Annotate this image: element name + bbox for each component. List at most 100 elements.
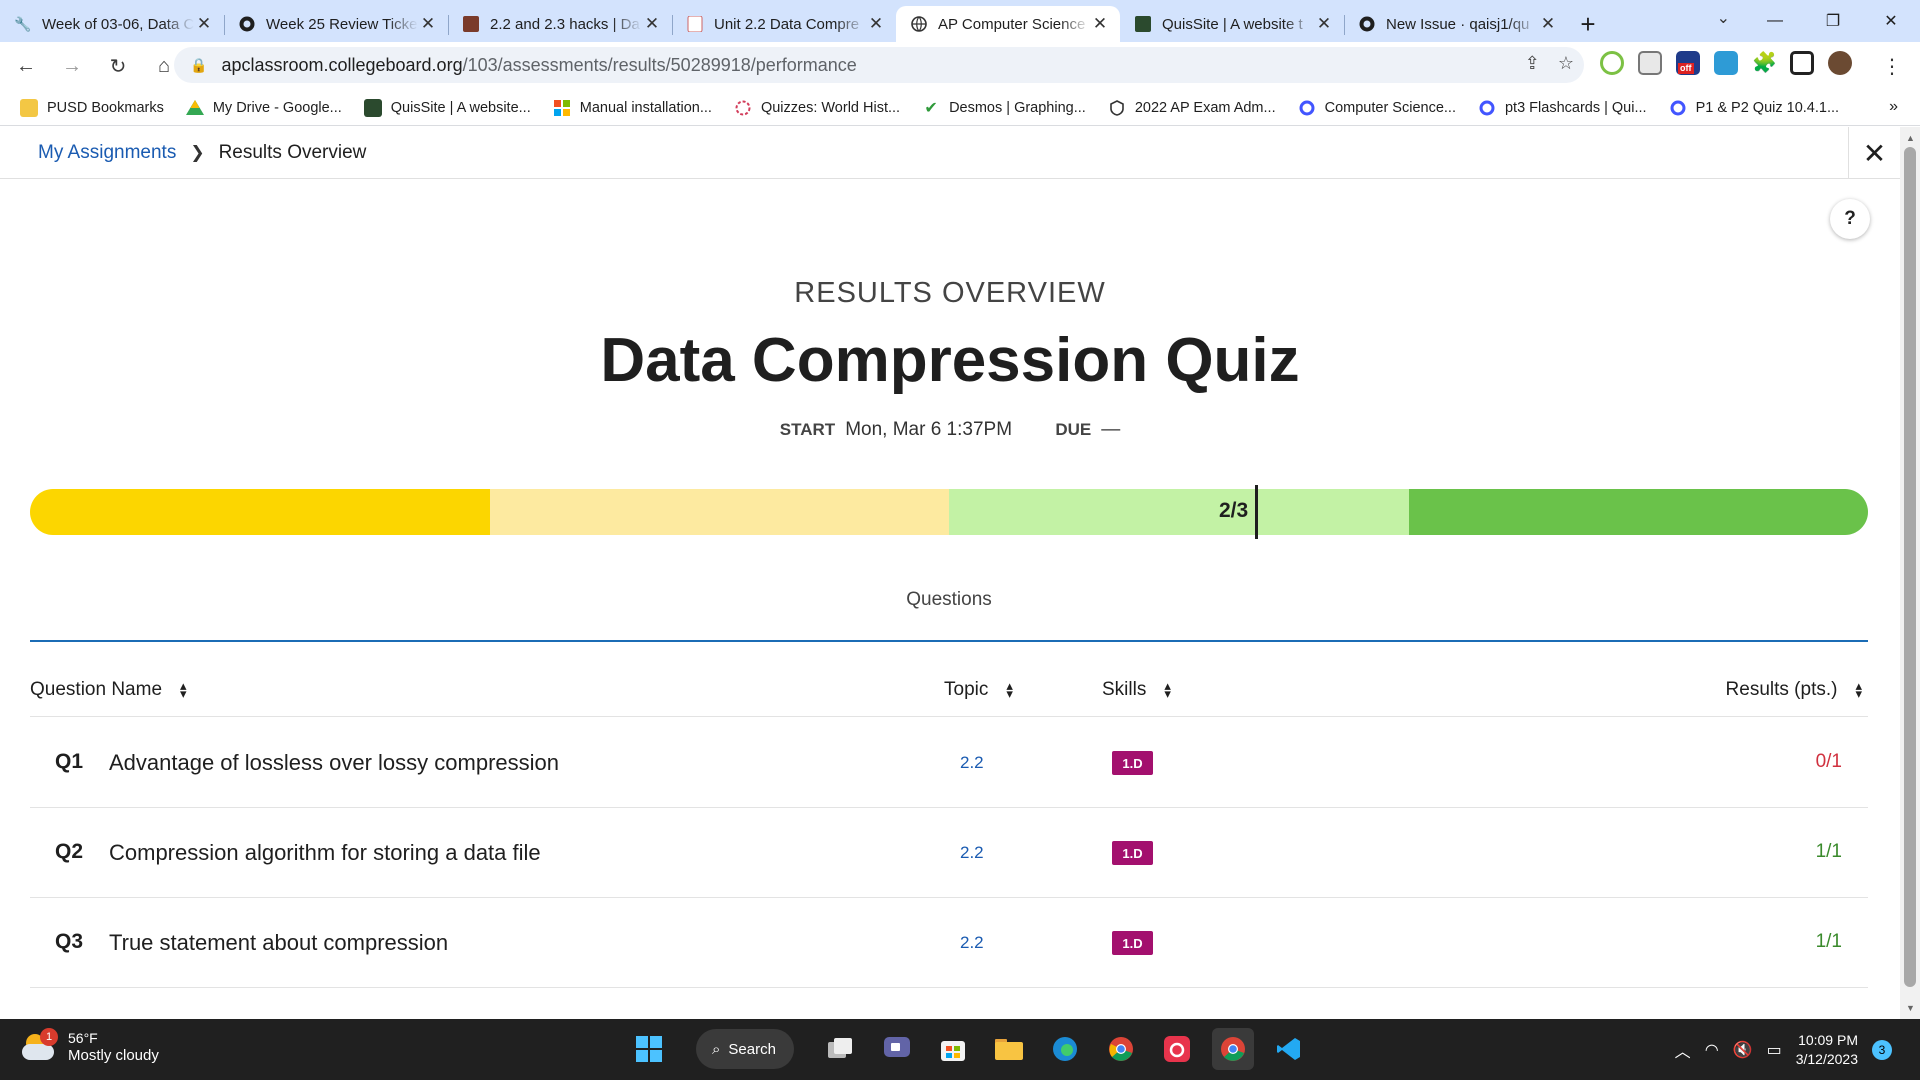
- close-tab-icon[interactable]: ✕: [1538, 14, 1558, 34]
- bookmark-item[interactable]: Manual installation...: [553, 99, 712, 117]
- bookmark-folder[interactable]: PUSD Bookmarks: [20, 98, 164, 117]
- question-number: Q3: [55, 930, 84, 953]
- close-tab-icon[interactable]: ✕: [1314, 14, 1334, 34]
- bookmark-label: Manual installation...: [579, 99, 712, 116]
- bookmark-item[interactable]: QuisSite | A website...: [363, 98, 531, 117]
- scroll-up-icon[interactable]: ▲: [1906, 133, 1915, 143]
- clock[interactable]: 10:09 PM 3/12/2023: [1796, 1031, 1858, 1069]
- close-window-icon[interactable]: ✕: [1862, 11, 1920, 31]
- puzzle-extensions-icon[interactable]: 🧩: [1752, 51, 1777, 75]
- table-row[interactable]: Q1 Advantage of lossless over lossy comp…: [30, 718, 1868, 808]
- browser-tab[interactable]: Unit 2.2 Data Compre ✕: [672, 6, 896, 42]
- column-header-results[interactable]: Results (pts.) ▴ ▾: [1726, 679, 1862, 701]
- close-icon[interactable]: ✕: [1848, 127, 1900, 179]
- scroll-down-icon[interactable]: ▼: [1906, 1003, 1915, 1013]
- quizlet-icon: [1298, 99, 1316, 117]
- browser-tab[interactable]: New Issue · qaisj1/qu ✕: [1344, 6, 1568, 42]
- microsoft-store-icon[interactable]: [932, 1028, 974, 1070]
- cloudy-weather-icon: 1: [22, 1028, 58, 1062]
- bookmark-label: P1 & P2 Quiz 10.4.1...: [1695, 99, 1840, 116]
- taskbar-search[interactable]: ⌕ Search: [696, 1029, 794, 1069]
- teams-chat-icon[interactable]: [876, 1028, 918, 1070]
- url-path: /103/assessments/results/50289918/perfor…: [462, 54, 857, 75]
- topic-link[interactable]: 2.2: [960, 933, 984, 953]
- creative-cloud-icon[interactable]: [1156, 1028, 1198, 1070]
- restore-icon[interactable]: ❐: [1804, 11, 1862, 31]
- extension-ring-icon[interactable]: [1600, 51, 1624, 75]
- table-row[interactable]: Q2 Compression algorithm for storing a d…: [30, 808, 1868, 898]
- bookmark-item[interactable]: 2022 AP Exam Adm...: [1108, 99, 1276, 117]
- page-scrollbar[interactable]: ▲ ▼: [1900, 127, 1920, 1019]
- browser-tab-strip: 🔧 Week of 03-06, Data C ✕ Week 25 Review…: [0, 0, 1920, 42]
- bookmark-item[interactable]: pt3 Flashcards | Qui...: [1478, 99, 1647, 117]
- scrollbar-thumb[interactable]: [1904, 147, 1916, 987]
- side-panel-icon[interactable]: [1790, 51, 1814, 75]
- breadcrumb-link-my-assignments[interactable]: My Assignments: [38, 142, 176, 164]
- extension-cast-icon[interactable]: [1638, 51, 1662, 75]
- notification-badge[interactable]: 3: [1872, 1040, 1892, 1060]
- bookmark-item[interactable]: Computer Science...: [1298, 99, 1456, 117]
- close-tab-icon[interactable]: ✕: [1090, 14, 1110, 34]
- close-tab-icon[interactable]: ✕: [642, 14, 662, 34]
- column-header-question-name[interactable]: Question Name ▴ ▾: [30, 679, 187, 701]
- score-progress-bar: [30, 489, 1868, 535]
- bookmark-item[interactable]: P1 & P2 Quiz 10.4.1...: [1669, 99, 1839, 117]
- sort-icon[interactable]: ▴ ▾: [1006, 679, 1013, 700]
- column-header-topic[interactable]: Topic ▴ ▾: [944, 679, 1013, 701]
- date: 3/12/2023: [1795, 1051, 1858, 1067]
- bookmark-star-icon[interactable]: ☆: [1558, 53, 1574, 74]
- kebab-menu-icon[interactable]: ⋮: [1882, 54, 1902, 79]
- sort-icon[interactable]: ▴ ▾: [1164, 679, 1171, 700]
- minimize-icon[interactable]: —: [1746, 12, 1804, 30]
- speaker-muted-icon[interactable]: 🔇: [1733, 1040, 1753, 1060]
- weather-widget[interactable]: 1 56°F Mostly cloudy: [22, 1028, 159, 1065]
- browser-tab[interactable]: 🔧 Week of 03-06, Data C ✕: [0, 6, 224, 42]
- question-name[interactable]: Compression algorithm for storing a data…: [109, 840, 541, 866]
- extension-off-icon[interactable]: off: [1676, 51, 1700, 75]
- profile-avatar[interactable]: [1828, 51, 1852, 75]
- tab-search-chevron-icon[interactable]: ⌄: [1717, 8, 1730, 28]
- task-view-icon[interactable]: [820, 1028, 862, 1070]
- share-icon[interactable]: ⇪: [1525, 53, 1540, 74]
- bookmark-item[interactable]: Quizzes: World Hist...: [734, 99, 900, 117]
- wifi-icon[interactable]: ◠: [1705, 1040, 1719, 1060]
- sort-icon[interactable]: ▴ ▾: [1855, 679, 1862, 700]
- bookmark-item[interactable]: My Drive - Google...: [185, 99, 342, 117]
- close-tab-icon[interactable]: ✕: [418, 14, 438, 34]
- extension-cloud-icon[interactable]: [1714, 51, 1738, 75]
- browser-tab[interactable]: Week 25 Review Ticke ✕: [224, 6, 448, 42]
- close-tab-icon[interactable]: ✕: [194, 14, 214, 34]
- sort-icon[interactable]: ▴ ▾: [180, 679, 187, 700]
- table-row[interactable]: Q3 True statement about compression 2.2 …: [30, 898, 1868, 988]
- battery-icon[interactable]: ▭: [1767, 1040, 1782, 1060]
- column-header-skills[interactable]: Skills ▴ ▾: [1102, 679, 1171, 701]
- edge-browser-icon[interactable]: [1044, 1028, 1086, 1070]
- windows-start-icon[interactable]: [628, 1028, 670, 1070]
- forward-arrow-icon[interactable]: →: [52, 46, 92, 86]
- question-name[interactable]: True statement about compression: [109, 930, 448, 956]
- close-tab-icon[interactable]: ✕: [866, 14, 886, 34]
- more-bookmarks-icon[interactable]: »: [1889, 98, 1898, 116]
- tab-questions[interactable]: Questions: [30, 589, 1868, 611]
- address-bar[interactable]: 🔒 apclassroom.collegeboard.org/103/asses…: [174, 47, 1584, 83]
- tab-underline: [30, 640, 1868, 642]
- help-button[interactable]: ?: [1830, 199, 1870, 239]
- new-tab-button[interactable]: +: [1568, 6, 1608, 42]
- back-arrow-icon[interactable]: ←: [6, 46, 46, 86]
- chrome-icon[interactable]: [1100, 1028, 1142, 1070]
- chrome-profile-icon[interactable]: [1212, 1028, 1254, 1070]
- column-header-label: Results (pts.): [1725, 679, 1838, 700]
- bookmark-item[interactable]: ✔ Desmos | Graphing...: [922, 99, 1085, 117]
- browser-tab-active[interactable]: AP Computer Science ✕: [896, 6, 1120, 42]
- browser-tab[interactable]: 2.2 and 2.3 hacks | Da ✕: [448, 6, 672, 42]
- document-icon: [686, 15, 704, 33]
- reload-icon[interactable]: ↻: [98, 46, 138, 86]
- topic-link[interactable]: 2.2: [960, 753, 984, 773]
- vscode-icon[interactable]: [1268, 1028, 1310, 1070]
- search-icon: ⌕: [712, 1040, 721, 1058]
- file-explorer-icon[interactable]: [988, 1028, 1030, 1070]
- browser-tab[interactable]: QuisSite | A website t ✕: [1120, 6, 1344, 42]
- question-name[interactable]: Advantage of lossless over lossy compres…: [109, 750, 559, 776]
- topic-link[interactable]: 2.2: [960, 843, 984, 863]
- chevron-up-icon[interactable]: ︿: [1675, 1038, 1691, 1062]
